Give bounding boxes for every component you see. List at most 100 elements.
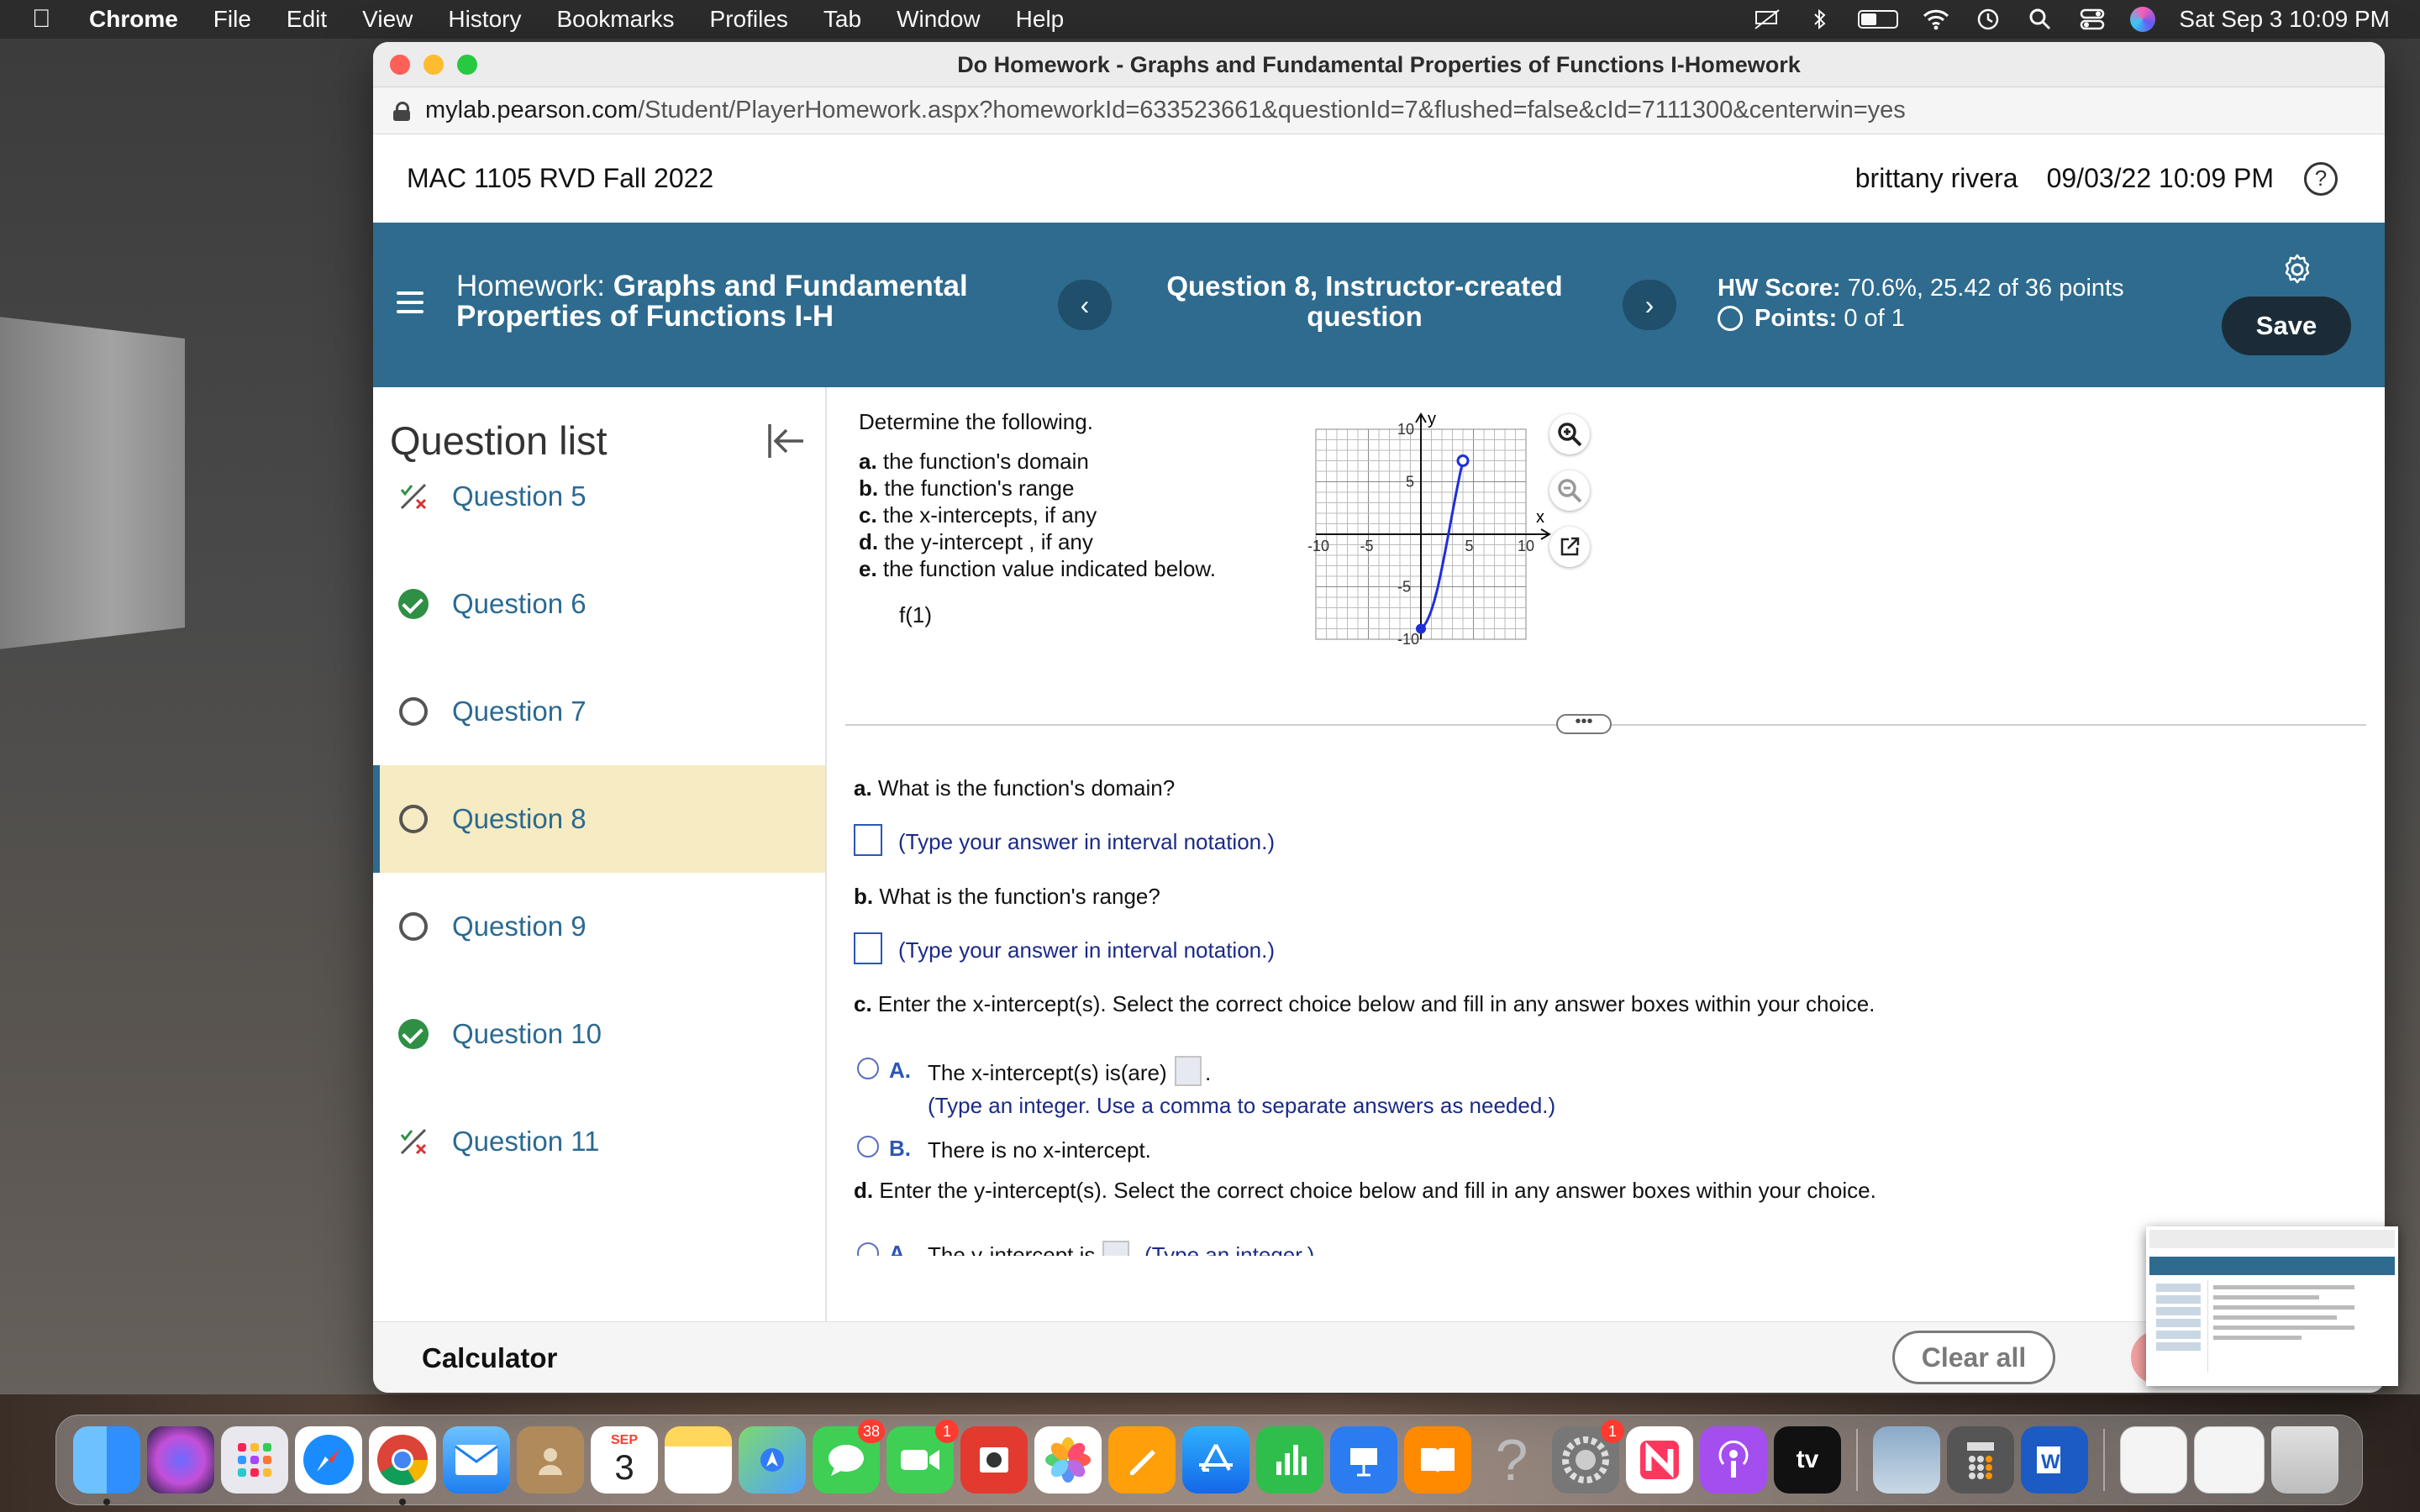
battery-icon[interactable] [1858, 10, 1899, 29]
x-intercept-option-a-radio[interactable] [857, 1058, 879, 1079]
question-list-label[interactable]: Question 10 [452, 1018, 602, 1050]
help-question-icon[interactable]: ? [1478, 1426, 1545, 1494]
question-list-label[interactable]: Question 5 [452, 480, 587, 512]
question-list-item-9[interactable]: Question 9 [373, 873, 825, 980]
safari-icon[interactable] [295, 1426, 362, 1494]
facetime-badge: 1 [935, 1420, 959, 1443]
contacts-icon[interactable] [517, 1426, 584, 1494]
clear-all-button[interactable]: Clear all [1892, 1331, 2055, 1384]
next-question-button[interactable]: › [1623, 280, 1676, 330]
news-icon[interactable] [1626, 1426, 1693, 1494]
pages-icon[interactable] [1108, 1426, 1176, 1494]
previous-question-button[interactable]: ‹ [1058, 280, 1112, 330]
x-intercept-period: . [1205, 1060, 1212, 1085]
bluetooth-icon[interactable] [1806, 8, 1834, 31]
part-d-question: d. Enter the y-intercept(s). Select the … [854, 1178, 1876, 1204]
x-intercept-option-b-radio[interactable] [857, 1136, 879, 1158]
save-button[interactable]: Save [2222, 297, 2351, 355]
domain-answer-input[interactable] [854, 824, 882, 856]
maps-icon[interactable] [739, 1426, 806, 1494]
menu-hamburger-icon[interactable] [397, 291, 424, 313]
recent-screenshot-icon[interactable] [2194, 1426, 2265, 1494]
url-path[interactable]: /Student/PlayerHomework.aspx?homeworkId=… [638, 97, 1906, 124]
url-host[interactable]: mylab.pearson.com [425, 97, 638, 124]
app-store-icon[interactable] [1182, 1426, 1249, 1494]
question-list-label[interactable]: Question 7 [452, 696, 587, 727]
y-intercept-option-a-text[interactable]: The y-intercept is [928, 1242, 1095, 1256]
zoom-out-button[interactable] [1549, 470, 1590, 511]
muted-display-icon[interactable] [1754, 8, 1782, 31]
trash-icon[interactable] [2271, 1426, 2338, 1494]
menu-help[interactable]: Help [1016, 6, 1065, 33]
resize-divider-handle[interactable]: ••• [1556, 713, 1612, 734]
x-intercept-option-b-text[interactable]: There is no x-intercept. [928, 1137, 1151, 1163]
menu-edit[interactable]: Edit [287, 6, 327, 33]
siri-icon[interactable] [2130, 7, 2156, 32]
control-center-icon[interactable] [2078, 8, 2107, 31]
photo-booth-icon[interactable] [960, 1426, 1028, 1494]
question-list-label[interactable]: Question 11 [452, 1126, 600, 1158]
time-machine-icon[interactable] [1974, 8, 2002, 31]
help-button[interactable]: ? [2304, 161, 2338, 196]
numbers-icon[interactable] [1256, 1426, 1323, 1494]
photos-icon[interactable] [1034, 1426, 1102, 1494]
question-list-item-7[interactable]: Question 7 [373, 658, 825, 765]
y-intercept-answer-input[interactable] [1102, 1241, 1129, 1256]
menu-bookmarks[interactable]: Bookmarks [556, 6, 674, 33]
keynote-icon[interactable] [1330, 1426, 1397, 1494]
wifi-icon[interactable] [1922, 8, 1950, 31]
question-list-item-6[interactable]: Question 6 [373, 550, 825, 658]
apple-tv-icon[interactable]: tv [1774, 1426, 1841, 1494]
svg-text:W: W [2041, 1451, 2060, 1473]
question-list-item-8[interactable]: Question 8 [373, 765, 825, 873]
menu-file[interactable]: File [213, 6, 251, 33]
preview-icon[interactable] [1873, 1426, 1940, 1494]
x-intercept-hint: (Type an integer. Use a comma to separat… [928, 1093, 1556, 1118]
mail-icon[interactable] [443, 1426, 510, 1494]
menu-history[interactable]: History [448, 6, 521, 33]
question-list-label[interactable]: Question 8 [452, 803, 587, 835]
calculator-app-icon[interactable] [1947, 1426, 2014, 1494]
podcasts-icon[interactable] [1700, 1426, 1767, 1494]
question-list-item-5[interactable]: Question 5 [373, 443, 825, 550]
zoom-in-button[interactable] [1549, 414, 1590, 454]
question-list-item-10[interactable]: Question 10 [373, 980, 825, 1088]
menu-window[interactable]: Window [897, 6, 981, 33]
menubar-status-area: Sat Sep 3 10:09 PM [1754, 0, 2390, 39]
window-title: Do Homework - Graphs and Fundamental Pro… [957, 52, 1801, 77]
system-preferences-icon[interactable]: 1 [1552, 1420, 1624, 1494]
menu-app-name[interactable]: Chrome [89, 6, 178, 33]
chrome-icon[interactable] [369, 1426, 436, 1505]
facetime-icon[interactable]: 1 [886, 1420, 959, 1494]
range-answer-input[interactable] [854, 932, 882, 964]
address-bar[interactable]: mylab.pearson.com/Student/PlayerHomework… [373, 87, 2385, 134]
menu-tab[interactable]: Tab [823, 6, 861, 33]
siri-app-icon[interactable] [147, 1426, 214, 1494]
menubar-datetime[interactable]: Sat Sep 3 10:09 PM [2179, 6, 2390, 33]
menu-profiles[interactable]: Profiles [710, 6, 788, 33]
calendar-icon[interactable]: SEP 3 [591, 1426, 658, 1494]
books-icon[interactable] [1404, 1426, 1471, 1494]
screenshot-thumbnail-preview[interactable] [2146, 1226, 2398, 1386]
apple-menu-icon[interactable]:  [32, 5, 55, 34]
launchpad-icon[interactable] [221, 1426, 288, 1494]
menu-view[interactable]: View [362, 6, 413, 33]
option-a-letter: A. [889, 1058, 911, 1083]
spotlight-search-icon[interactable] [2026, 8, 2054, 31]
settings-gear-icon[interactable] [2281, 253, 2314, 286]
question-list-label[interactable]: Question 6 [452, 588, 587, 620]
microsoft-word-icon[interactable]: W [2021, 1426, 2088, 1494]
finder-icon[interactable] [73, 1426, 140, 1505]
question-list-item-11[interactable]: Question 11 [373, 1088, 825, 1195]
x-intercept-answer-input[interactable] [1175, 1056, 1202, 1086]
recent-document-icon[interactable] [2120, 1426, 2187, 1494]
messages-icon[interactable]: 38 [813, 1420, 885, 1494]
calculator-button[interactable]: Calculator [422, 1342, 557, 1374]
part-c-question: c. Enter the x-intercept(s). Select the … [854, 991, 1875, 1017]
notes-icon[interactable] [665, 1426, 732, 1494]
lock-icon[interactable] [393, 101, 410, 121]
question-list-label[interactable]: Question 9 [452, 911, 587, 942]
y-intercept-option-a-radio[interactable] [857, 1242, 879, 1256]
x-intercept-option-a-text[interactable]: The x-intercept(s) is(are) [928, 1060, 1167, 1086]
open-graph-window-button[interactable] [1549, 527, 1590, 567]
